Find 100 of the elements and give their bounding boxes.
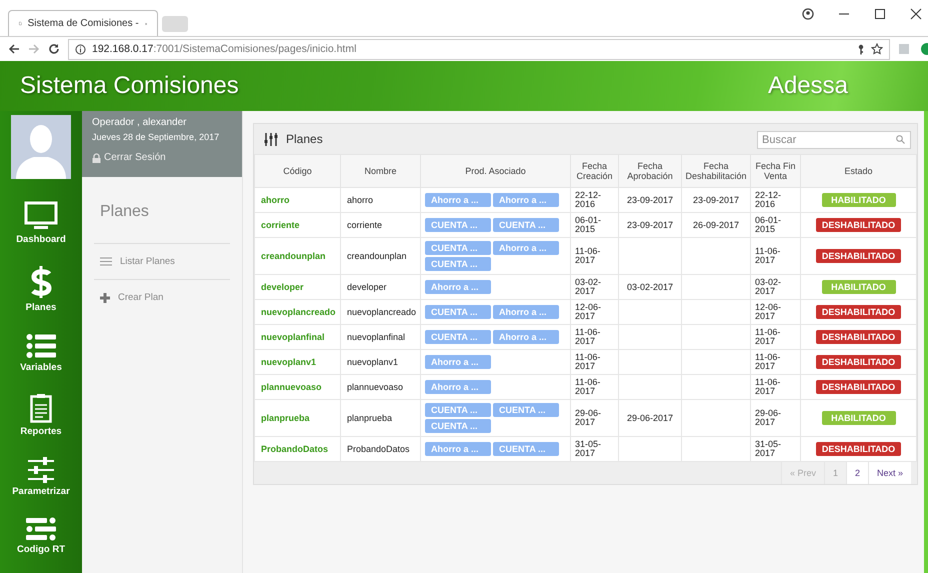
app-title: Sistema Comisiones xyxy=(20,72,239,100)
nav-label: Dashboard xyxy=(16,234,66,245)
product-tag[interactable]: CUENTA ... xyxy=(425,218,491,232)
product-tag[interactable]: CUENTA ... xyxy=(425,330,491,344)
logout-link[interactable]: Cerrar Sesión xyxy=(92,152,232,163)
table-cell: 12-06-2017 xyxy=(575,302,602,321)
page-link[interactable]: 2 xyxy=(846,462,868,484)
table-cell: 29-06-2017 xyxy=(626,413,674,423)
extension-icon[interactable] xyxy=(918,43,928,55)
nav-item[interactable]: Planes xyxy=(26,265,56,313)
plus-icon xyxy=(100,292,110,302)
sliders-icon xyxy=(264,132,278,146)
plan-code-link[interactable]: nuevoplancreado xyxy=(254,300,340,324)
status-label: DESHABILITADO xyxy=(816,218,902,232)
table-cell: 11-06-2017 xyxy=(575,352,600,371)
column-header: Fecha Deshabilitación xyxy=(682,154,750,188)
table-cell: 29-06-2017 xyxy=(755,408,782,427)
table-cell: 11-06-2017 xyxy=(575,376,600,396)
table-cell: creandounplan xyxy=(340,238,420,274)
url-text: 192.168.0.17:7001/SistemaComisiones/pages/inicio.html xyxy=(92,43,356,55)
nav-label: Reportes xyxy=(20,426,62,437)
table-cell: 03-02-2017 xyxy=(626,282,674,292)
product-tag[interactable]: CUENTA ... xyxy=(493,442,559,456)
browser-tab[interactable]: Sistema de Comisiones - xyxy=(8,10,158,36)
table-cell: 06-01-2015 xyxy=(575,214,602,234)
product-tag[interactable]: Ahorro a ... xyxy=(493,305,559,319)
table-cell: 22-12-2016 xyxy=(755,190,782,209)
plan-code-link[interactable]: plannuevoaso xyxy=(254,374,340,400)
account-icon[interactable] xyxy=(802,8,814,20)
search-icon xyxy=(896,135,905,144)
back-icon[interactable] xyxy=(8,43,20,55)
status-label: DESHABILITADO xyxy=(816,442,902,456)
sliders-icon xyxy=(26,457,56,483)
plan-code-link[interactable]: corriente xyxy=(254,212,340,238)
table-cell: 29-06-2017 xyxy=(575,408,602,427)
nav-item[interactable]: Codigo RT xyxy=(16,517,65,555)
status-label: HABILITADO xyxy=(822,193,896,207)
key-icon[interactable] xyxy=(857,44,865,54)
table-cell: 31-05-2017 xyxy=(575,438,602,458)
brand-name: Adessa xyxy=(768,72,848,100)
plan-code-link[interactable]: nuevoplanv1 xyxy=(254,350,340,374)
product-tag[interactable]: CUENTA ... xyxy=(425,403,491,417)
plan-code-link[interactable]: developer xyxy=(254,274,340,300)
product-tag[interactable]: CUENTA ... xyxy=(425,419,491,433)
status-label: HABILITADO xyxy=(822,411,896,425)
product-tag[interactable]: Ahorro a ... xyxy=(425,193,491,207)
nav-label: Parametrizar xyxy=(12,486,70,497)
product-tag[interactable]: Ahorro a ... xyxy=(493,241,559,255)
table-cell: ahorro xyxy=(340,188,420,212)
table-cell: 31-05-2017 xyxy=(755,438,782,458)
search-field[interactable]: Buscar xyxy=(757,131,911,149)
plan-code-link[interactable]: creandounplan xyxy=(254,238,340,274)
table-cell: 03-02-2017 xyxy=(755,276,782,296)
product-tag[interactable]: CUENTA ... xyxy=(493,218,559,232)
plan-code-link[interactable]: ProbandoDatos xyxy=(254,436,340,462)
product-tag[interactable]: CUENTA ... xyxy=(425,305,491,319)
table-cell: 23-09-2017 xyxy=(626,220,674,230)
nav-item[interactable]: Parametrizar xyxy=(12,457,70,497)
table-cell: 11-06-2017 xyxy=(755,246,780,265)
nav-item[interactable]: Reportes xyxy=(20,393,62,437)
panel-title: Planes xyxy=(286,132,323,146)
address-field[interactable]: 192.168.0.17:7001/SistemaComisiones/pages/inicio.html xyxy=(68,38,890,60)
product-tag[interactable]: Ahorro a ... xyxy=(425,380,491,394)
column-header: Fecha Creación xyxy=(570,154,618,188)
table-cell: 11-06-2017 xyxy=(755,352,780,371)
table-cell: 11-06-2017 xyxy=(755,326,780,346)
product-tag[interactable]: Ahorro a ... xyxy=(425,280,491,294)
plan-code-link[interactable]: nuevoplanfinal xyxy=(254,324,340,350)
column-header: Código xyxy=(254,154,340,188)
column-header: Nombre xyxy=(340,154,420,188)
table-cell: 26-09-2017 xyxy=(692,220,740,230)
plan-code-link[interactable]: ahorro xyxy=(254,188,340,212)
close-icon[interactable] xyxy=(910,8,922,20)
status-label: DESHABILITADO xyxy=(816,380,902,394)
menu-item[interactable]: Listar Planes xyxy=(94,244,230,280)
tab-title: Sistema de Comisiones - xyxy=(28,18,139,29)
column-header: Fecha Aprobación xyxy=(618,154,682,188)
current-date: Jueves 28 de Septiembre, 2017 xyxy=(92,132,220,142)
reload-icon[interactable] xyxy=(48,43,60,55)
nav-item[interactable]: Dashboard xyxy=(16,201,66,245)
next-page-link[interactable]: Next » xyxy=(868,462,911,484)
product-tag[interactable]: Ahorro a ... xyxy=(425,355,491,369)
list-icon xyxy=(26,333,56,359)
product-tag[interactable]: CUENTA ... xyxy=(493,403,559,417)
status-label: HABILITADO xyxy=(822,280,896,294)
list-icon xyxy=(26,517,56,541)
nav-item[interactable]: Variables xyxy=(20,333,62,373)
product-tag[interactable]: Ahorro a ... xyxy=(493,330,559,344)
product-tag[interactable]: Ahorro a ... xyxy=(493,193,559,207)
menu-item[interactable]: Crear Plan xyxy=(94,280,230,315)
product-tag[interactable]: CUENTA ... xyxy=(425,241,491,255)
table-cell: ProbandoDatos xyxy=(340,436,420,462)
column-header: Fecha Fin Venta xyxy=(750,154,800,188)
product-tag[interactable]: CUENTA ... xyxy=(425,257,491,271)
column-header: Prod. Asociado xyxy=(420,154,570,188)
star-icon[interactable] xyxy=(871,43,883,55)
product-tag[interactable]: Ahorro a ... xyxy=(425,442,491,456)
table-cell: plannuevoaso xyxy=(340,374,420,400)
plan-code-link[interactable]: planprueba xyxy=(254,400,340,436)
maximize-icon[interactable] xyxy=(874,8,886,20)
